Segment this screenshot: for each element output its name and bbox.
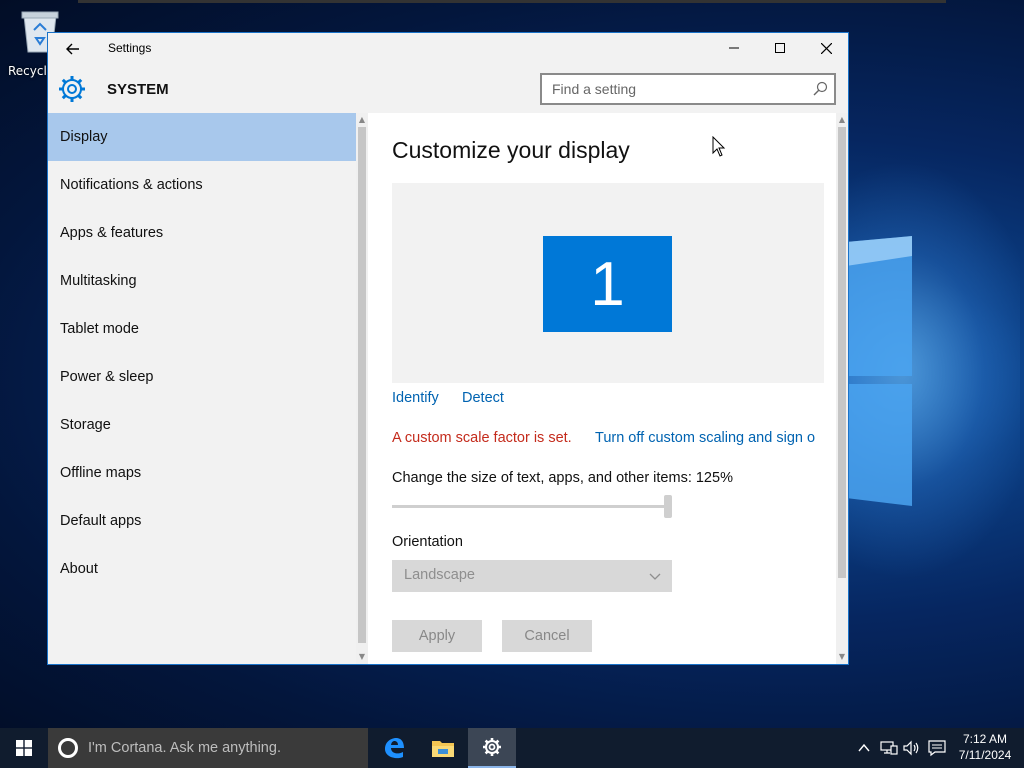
custom-scale-warning: A custom scale factor is set. xyxy=(392,430,572,446)
minimize-icon xyxy=(729,47,739,49)
sidebar-item-label: About xyxy=(60,561,98,577)
sidebar-item-storage[interactable]: Storage xyxy=(48,401,356,449)
sidebar-item-label: Offline maps xyxy=(60,465,142,481)
apply-button[interactable]: Apply xyxy=(392,620,482,652)
maximize-icon xyxy=(775,43,785,53)
title-bar[interactable]: Settings xyxy=(48,33,848,65)
sidebar-item-label: Notifications & actions xyxy=(60,177,203,193)
sidebar-scrollbar[interactable]: ▲ ▼ xyxy=(356,113,368,664)
chevron-down-icon xyxy=(649,573,661,580)
search-box[interactable] xyxy=(540,73,836,105)
close-button[interactable] xyxy=(803,33,849,63)
scroll-up-arrow-icon[interactable]: ▲ xyxy=(837,115,847,125)
cancel-button[interactable]: Cancel xyxy=(502,620,592,652)
text-size-slider-track[interactable] xyxy=(392,505,668,508)
sidebar-item-notifications[interactable]: Notifications & actions xyxy=(48,161,356,209)
scroll-down-arrow-icon[interactable]: ▼ xyxy=(357,652,367,662)
minimize-button[interactable] xyxy=(711,33,757,63)
sidebar-nav: Display Notifications & actions Apps & f… xyxy=(48,113,356,664)
settings-icon xyxy=(483,738,501,756)
close-icon xyxy=(820,42,832,54)
window-title: Settings xyxy=(108,41,152,55)
page-title: Customize your display xyxy=(392,137,630,163)
orientation-dropdown[interactable]: Landscape xyxy=(392,560,672,592)
sidebar-item-offline-maps[interactable]: Offline maps xyxy=(48,449,356,497)
taskbar-edge[interactable] xyxy=(370,728,418,768)
clock-date: 7/11/2024 xyxy=(958,748,1012,762)
detect-link[interactable]: Detect xyxy=(462,390,504,406)
sidebar-item-label: Display xyxy=(60,129,108,145)
sidebar-item-label: Power & sleep xyxy=(60,369,154,385)
scroll-down-arrow-icon[interactable]: ▼ xyxy=(837,652,847,662)
sidebar-item-display[interactable]: Display xyxy=(48,113,356,161)
settings-header: SYSTEM xyxy=(48,65,848,113)
sidebar-item-label: Default apps xyxy=(60,513,142,529)
sidebar-item-multitasking[interactable]: Multitasking xyxy=(48,257,356,305)
taskbar-clock[interactable]: 7:12 AM 7/11/2024 xyxy=(952,731,1018,763)
text-size-label: Change the size of text, apps, and other… xyxy=(392,470,733,486)
sidebar-item-label: Multitasking xyxy=(60,273,137,289)
sidebar-item-apps-features[interactable]: Apps & features xyxy=(48,209,356,257)
cortana-placeholder: I'm Cortana. Ask me anything. xyxy=(88,740,281,756)
sidebar-scroll-thumb[interactable] xyxy=(358,127,366,643)
maximize-button[interactable] xyxy=(757,33,803,63)
section-title: SYSTEM xyxy=(107,81,169,98)
search-input[interactable] xyxy=(542,75,802,103)
taskbar-settings[interactable] xyxy=(468,728,516,768)
monitor-1-tile[interactable]: 1 xyxy=(543,236,672,332)
turn-off-custom-scaling-link[interactable]: Turn off custom scaling and sign o xyxy=(595,430,824,446)
mouse-cursor-icon xyxy=(712,136,726,157)
content-scroll-thumb[interactable] xyxy=(838,127,846,578)
sidebar-item-power-sleep[interactable]: Power & sleep xyxy=(48,353,356,401)
cortana-search-box[interactable]: I'm Cortana. Ask me anything. xyxy=(48,728,368,768)
sidebar-item-tablet-mode[interactable]: Tablet mode xyxy=(48,305,356,353)
cortana-icon xyxy=(58,738,78,758)
orientation-selected-value: Landscape xyxy=(404,567,475,583)
windows-logo-wallpaper xyxy=(846,236,912,506)
action-center-notification-icon[interactable] xyxy=(928,739,946,757)
file-explorer-icon xyxy=(432,741,454,757)
back-button[interactable] xyxy=(58,36,88,62)
orientation-label: Orientation xyxy=(392,534,463,550)
taskbar-file-explorer[interactable] xyxy=(419,728,467,768)
edge-icon xyxy=(385,738,404,759)
sidebar-item-label: Storage xyxy=(60,417,111,433)
display-content-pane: Customize your display 1 Identify Detect… xyxy=(368,113,836,664)
content-scrollbar[interactable]: ▲ ▼ xyxy=(836,113,848,664)
scroll-up-arrow-icon[interactable]: ▲ xyxy=(357,115,367,125)
identify-link[interactable]: Identify xyxy=(392,390,439,406)
start-button[interactable] xyxy=(0,728,48,768)
search-icon xyxy=(813,81,828,96)
sidebar-item-label: Apps & features xyxy=(60,225,164,241)
show-hidden-icons-chevron-up-icon[interactable] xyxy=(857,740,871,756)
back-arrow-icon xyxy=(66,43,79,55)
sidebar-item-label: Tablet mode xyxy=(60,321,139,337)
background-window-edge xyxy=(78,0,946,3)
sidebar-item-default-apps[interactable]: Default apps xyxy=(48,497,356,545)
volume-icon[interactable] xyxy=(903,740,921,756)
display-arrangement-area: 1 xyxy=(392,183,824,383)
text-size-slider-thumb[interactable] xyxy=(664,495,672,518)
taskbar: I'm Cortana. Ask me anything. 7:12 AM 7/… xyxy=(0,728,1024,768)
settings-window: Settings SYSTEM Display Not xyxy=(47,32,849,665)
sidebar-item-about[interactable]: About xyxy=(48,545,356,593)
windows-start-icon xyxy=(16,740,32,756)
network-icon[interactable] xyxy=(880,740,898,756)
gear-icon xyxy=(59,76,85,102)
clock-time: 7:12 AM xyxy=(962,732,1008,746)
